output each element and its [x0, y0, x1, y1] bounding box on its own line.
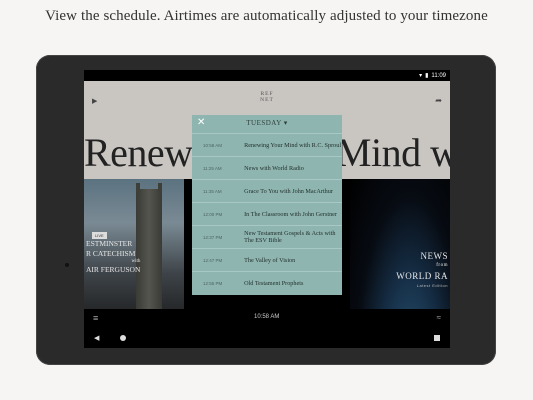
menu-icon[interactable]: ≡ — [93, 313, 98, 323]
program-card-left-title: ESTMINSTER R CATECHISM with AIR FERGUSON — [86, 239, 141, 274]
schedule-row[interactable]: 12:47 PM The Valley of Vision — [192, 248, 342, 271]
schedule-row[interactable]: 12:55 PM Old Testament Prophets — [192, 271, 342, 294]
schedule-row[interactable]: 11:35 AM Grace To You with John MacArthu… — [192, 179, 342, 202]
caption: View the schedule. Airtimes are automati… — [45, 8, 488, 24]
schedule-row[interactable]: 11:25 AM News with World Radio — [192, 156, 342, 179]
status-time: 11:09 — [431, 72, 446, 79]
schedule-header: ✕ TUESDAY ▾ — [192, 115, 342, 131]
play-icon[interactable]: ▶ — [92, 97, 97, 105]
tablet-screen: ▾ ▮ 11:09 ▶ REF NET ➦ Renewing Your Mind… — [84, 70, 450, 348]
day-selector[interactable]: TUESDAY ▾ — [192, 119, 342, 127]
schedule-panel: ✕ TUESDAY ▾ 10:58 AM Renewing Your Mind … — [192, 115, 342, 295]
app-header: ▶ REF NET ➦ — [84, 81, 450, 119]
schedule-row[interactable]: 10:58 AM Renewing Your Mind with R.C. Sp… — [192, 133, 342, 156]
recent-apps-icon[interactable] — [434, 335, 440, 341]
camera — [65, 263, 69, 267]
program-card-left[interactable]: LIVE ESTMINSTER R CATECHISM with AIR FER… — [84, 179, 184, 325]
android-nav-bar: ◀ — [84, 329, 450, 348]
schedule-list: 10:58 AM Renewing Your Mind with R.C. Sp… — [192, 133, 342, 294]
program-card-right[interactable]: NEWS from WORLD RA Latest Edition — [350, 179, 450, 325]
share-icon[interactable]: ➦ — [435, 96, 442, 105]
live-badge: LIVE — [92, 232, 107, 239]
program-card-right-title: NEWS from WORLD RA Latest Edition — [396, 251, 448, 288]
waves-icon[interactable]: ≈ — [437, 313, 441, 322]
refnet-logo: REF NET — [260, 91, 274, 103]
back-icon[interactable]: ◀ — [94, 334, 99, 342]
home-icon[interactable] — [120, 335, 126, 341]
schedule-row[interactable]: 12:00 PM In The Classroom with John Gers… — [192, 202, 342, 225]
status-bar: ▾ ▮ 11:09 — [84, 70, 450, 81]
current-airtime: 10:58 AM — [254, 314, 280, 320]
battery-icon: ▮ — [425, 73, 429, 79]
player-bar: ≡ 10:58 AM ≈ — [84, 309, 450, 329]
wifi-icon: ▾ — [419, 73, 423, 79]
schedule-row[interactable]: 12:37 PM New Testament Gospels & Acts wi… — [192, 225, 342, 248]
